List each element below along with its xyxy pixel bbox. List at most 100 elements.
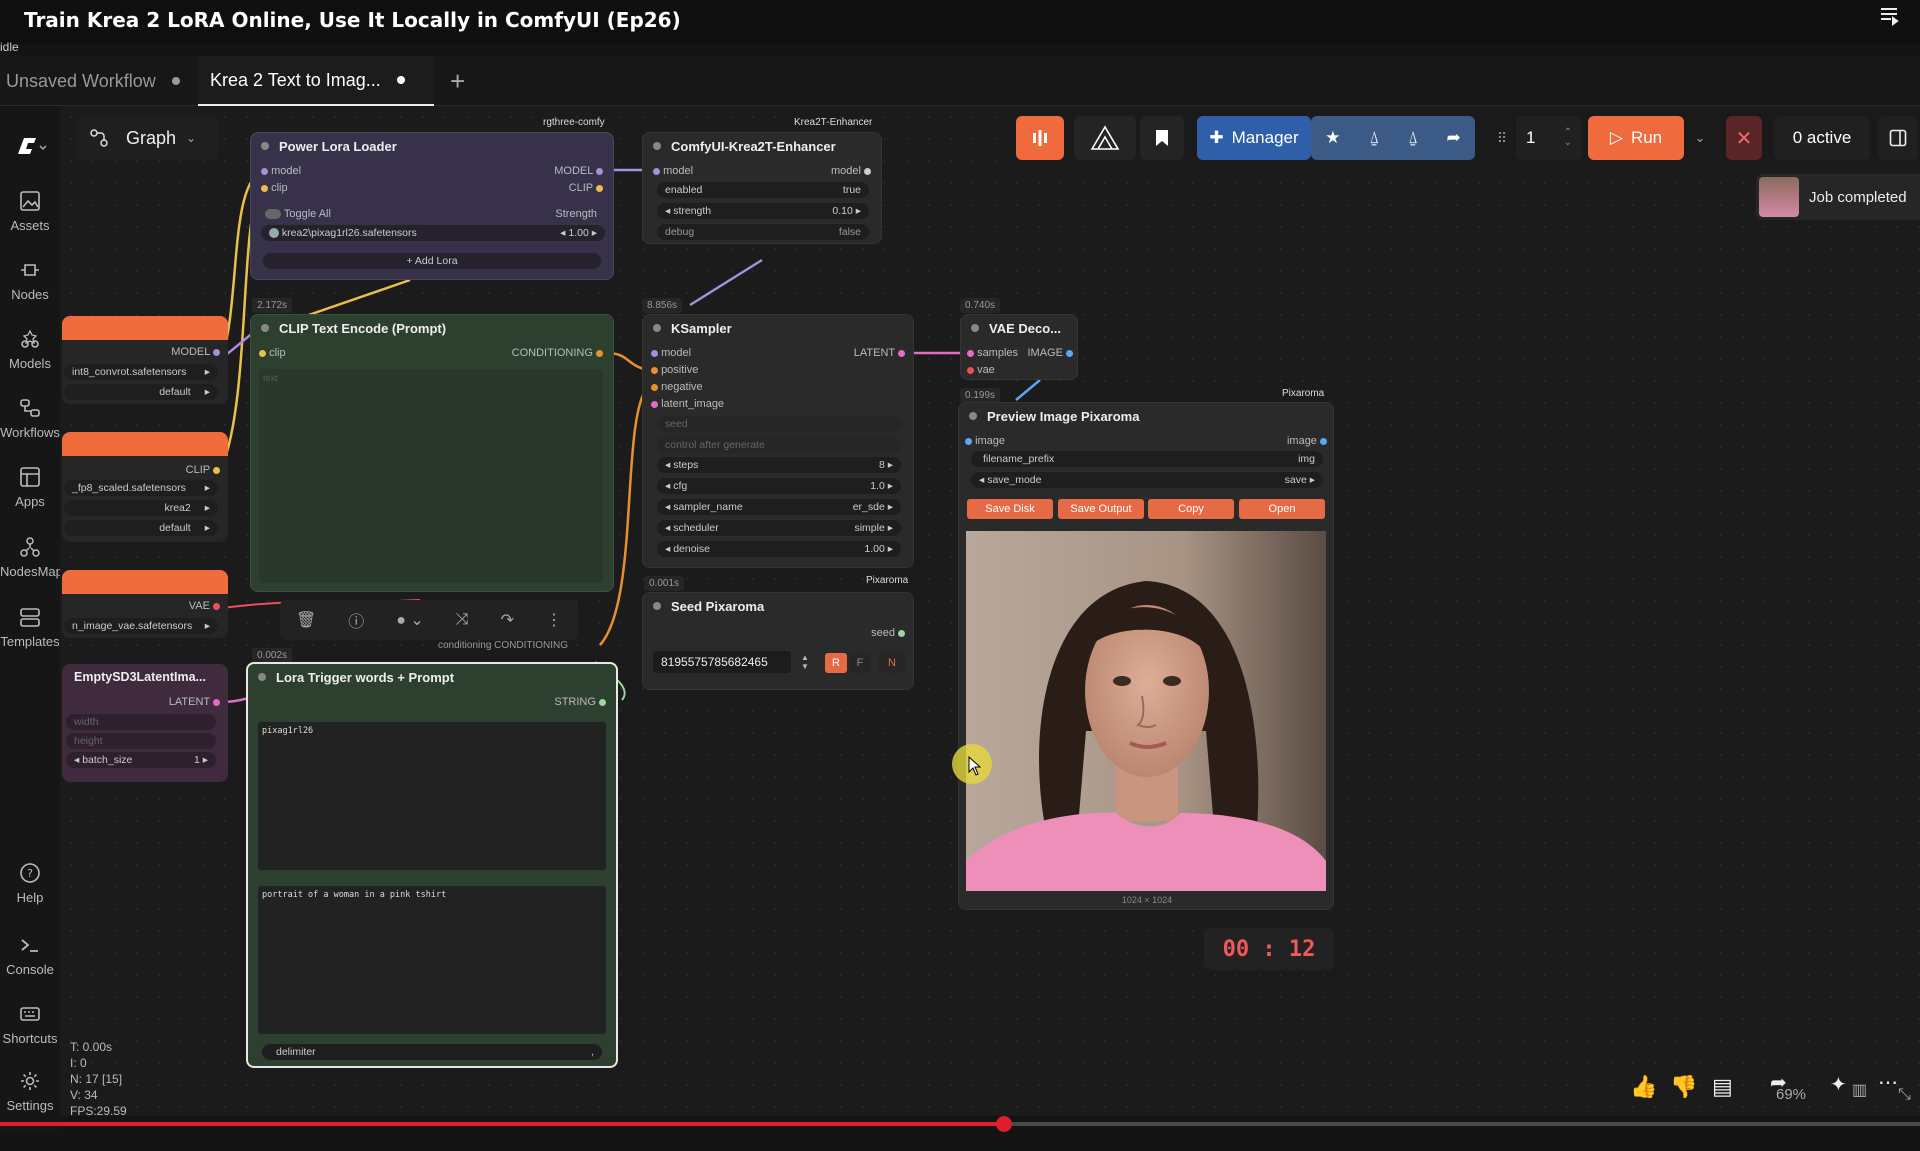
trigger-words-textarea[interactable]: pixag1rl26: [258, 722, 606, 870]
input-model[interactable]: model: [261, 165, 301, 177]
output-image[interactable]: image: [1287, 435, 1327, 447]
seed-stepper[interactable]: ▲ ▼: [801, 653, 809, 671]
more-options-icon[interactable]: ⋮: [546, 610, 562, 630]
copy-button[interactable]: Copy: [1148, 499, 1234, 519]
save-disk-button[interactable]: Save Disk: [967, 499, 1053, 519]
drag-handle-icon[interactable]: ⠿: [1492, 116, 1512, 160]
power-lora-loader-node[interactable]: Power Lora Loader model clip MODEL CLIP …: [250, 132, 614, 280]
share-icon[interactable]: ➦: [1770, 1070, 1796, 1096]
model-update-icon[interactable]: ⍙: [1408, 128, 1418, 148]
preview-image[interactable]: [966, 531, 1326, 891]
ksampler-node[interactable]: KSampler model positive negative latent_…: [642, 314, 914, 568]
preview-image-node[interactable]: Preview Image Pixaroma image image filen…: [958, 402, 1334, 910]
clip-device-select[interactable]: default ▸: [64, 520, 218, 536]
input-clip[interactable]: clip: [261, 182, 288, 194]
add-lora-button[interactable]: + Add Lora: [263, 253, 601, 269]
new-seed-button[interactable]: N: [879, 653, 905, 673]
prompt-textarea[interactable]: portrait of a woman in a pink tshirt: [258, 886, 606, 1034]
panel-toggle-button[interactable]: [1878, 116, 1918, 160]
manager-button[interactable]: ✚ Manager: [1197, 116, 1311, 160]
output-clip[interactable]: CLIP: [569, 182, 603, 194]
weight-dtype-select[interactable]: default ▸: [64, 384, 218, 400]
clip-loader-node[interactable]: CLIP _fp8_scaled.safetensors ▸ krea2 ▸ def…: [62, 432, 228, 542]
lora-row[interactable]: krea2\pixag1rl26.safetensors ◂ 1.00 ▸: [261, 225, 605, 241]
output-latent[interactable]: LATENT: [854, 347, 905, 359]
output-seed[interactable]: seed: [871, 627, 905, 639]
clip-type-select[interactable]: krea2 ▸: [64, 500, 218, 516]
filename-prefix-field[interactable]: filename_prefix img: [971, 451, 1323, 467]
model-download-icon[interactable]: ⍙: [1369, 128, 1379, 148]
output-conditioning[interactable]: CONDITIONING: [512, 347, 603, 359]
input-image[interactable]: image: [965, 435, 1005, 447]
input-samples[interactable]: samples: [967, 347, 1018, 359]
share-icon[interactable]: ➦: [1446, 128, 1460, 148]
run-button[interactable]: ▷ Run: [1588, 116, 1684, 160]
batch-size-field[interactable]: ◂ batch_size 1 ▸: [66, 752, 216, 768]
map-icon[interactable]: ▥: [1852, 1080, 1878, 1106]
info-icon[interactable]: ⓘ: [348, 608, 364, 632]
cancel-button[interactable]: ✕: [1726, 116, 1762, 160]
save-mode-select[interactable]: ◂ save_mode save ▸: [971, 472, 1323, 488]
width-field[interactable]: width: [66, 714, 216, 730]
lora-trigger-prompt-node[interactable]: Lora Trigger words + Prompt STRING pixag…: [246, 662, 618, 1068]
bypass-icon[interactable]: ⤨: [456, 611, 469, 629]
clip-file-select[interactable]: _fp8_scaled.safetensors ▸: [64, 480, 218, 496]
input-model[interactable]: model: [651, 347, 691, 359]
job-completed-toast[interactable]: Job completed: [1756, 174, 1920, 220]
graph-mode-button[interactable]: Graph ⌄: [76, 116, 218, 160]
active-queue-button[interactable]: 0 active: [1774, 116, 1870, 160]
sampler-name-select[interactable]: ◂ sampler_name er_sde ▸: [657, 499, 901, 515]
bookmark-button[interactable]: [1140, 116, 1184, 160]
scheduler-select[interactable]: ◂ scheduler simple ▸: [657, 520, 901, 536]
input-latent-image[interactable]: latent_image: [651, 398, 724, 410]
strength-field[interactable]: ◂ strength 0.10 ▸: [657, 203, 869, 219]
seed-field[interactable]: seed: [657, 416, 901, 432]
fit-view-icon[interactable]: ⤡: [1898, 1086, 1920, 1112]
refresh-icon[interactable]: ↷: [501, 610, 514, 630]
output-string[interactable]: STRING: [554, 696, 606, 708]
prompt-textarea[interactable]: text: [259, 369, 603, 583]
debug-toggle[interactable]: debug false: [657, 224, 869, 240]
denoise-field[interactable]: ◂ denoise 1.00 ▸: [657, 541, 901, 557]
input-vae[interactable]: vae: [967, 364, 995, 376]
color-picker-icon[interactable]: ● ⌄: [396, 610, 424, 630]
output-image[interactable]: IMAGE: [1027, 347, 1073, 359]
open-button[interactable]: Open: [1239, 499, 1325, 519]
input-negative[interactable]: negative: [651, 381, 703, 393]
height-field[interactable]: height: [66, 733, 216, 749]
steps-field[interactable]: ◂ steps 8 ▸: [657, 457, 901, 473]
fixed-seed-button[interactable]: F: [849, 653, 871, 673]
comment-icon[interactable]: ▤: [1712, 1074, 1738, 1100]
clip-text-encode-node[interactable]: CLIP Text Encode (Prompt) clip CONDITION…: [250, 314, 614, 592]
cfg-field[interactable]: ◂ cfg 1.0 ▸: [657, 478, 901, 494]
randomize-seed-button[interactable]: R: [825, 653, 847, 673]
logo-button[interactable]: [1074, 116, 1136, 160]
input-positive[interactable]: positive: [651, 364, 698, 376]
enabled-toggle[interactable]: enabled true: [657, 182, 869, 198]
krea2t-enhancer-node[interactable]: ComfyUI-Krea2T-Enhancer model model enab…: [642, 132, 882, 244]
output-model[interactable]: MODEL: [554, 165, 603, 177]
toggle-all[interactable]: Toggle All: [265, 208, 331, 220]
run-options-chevron-icon[interactable]: ⌄: [1688, 116, 1712, 160]
save-output-button[interactable]: Save Output: [1058, 499, 1144, 519]
seed-value-input[interactable]: 819557578568246​5: [653, 651, 791, 673]
control-after-generate[interactable]: control after generate: [657, 437, 901, 453]
seed-pixaroma-node[interactable]: Seed Pixaroma seed 819557578568246​5 ▲ ▼ …: [642, 592, 914, 690]
trash-icon[interactable]: 🗑: [296, 610, 316, 630]
output-model[interactable]: model: [831, 165, 871, 177]
model-loader-node[interactable]: MODEL int8_convrot.safetensors ▸ default ▸: [62, 316, 228, 404]
star-icon[interactable]: ★: [1325, 128, 1340, 148]
model-file-select[interactable]: int8_convrot.safetensors ▸: [64, 364, 218, 380]
dislike-icon[interactable]: 👎: [1670, 1074, 1697, 1100]
vae-decode-node[interactable]: VAE Deco... samples vae IMAGE: [960, 314, 1078, 380]
empty-latent-node[interactable]: EmptySD3LatentIma... LATENT width height…: [62, 664, 228, 782]
like-icon[interactable]: 👍: [1630, 1074, 1657, 1100]
delimiter-field[interactable]: delimiter,: [262, 1044, 602, 1060]
queue-count-input[interactable]: 1 ⌃ ⌄: [1516, 116, 1582, 160]
pixaroma-button[interactable]: [1016, 116, 1064, 160]
input-model[interactable]: model: [653, 165, 693, 177]
vae-file-select[interactable]: n_image_vae.safetensors ▸: [64, 618, 218, 634]
manager-label: Manager: [1231, 128, 1299, 147]
input-clip[interactable]: clip: [259, 347, 286, 359]
vae-loader-node[interactable]: VAE n_image_vae.safetensors ▸: [62, 570, 228, 638]
